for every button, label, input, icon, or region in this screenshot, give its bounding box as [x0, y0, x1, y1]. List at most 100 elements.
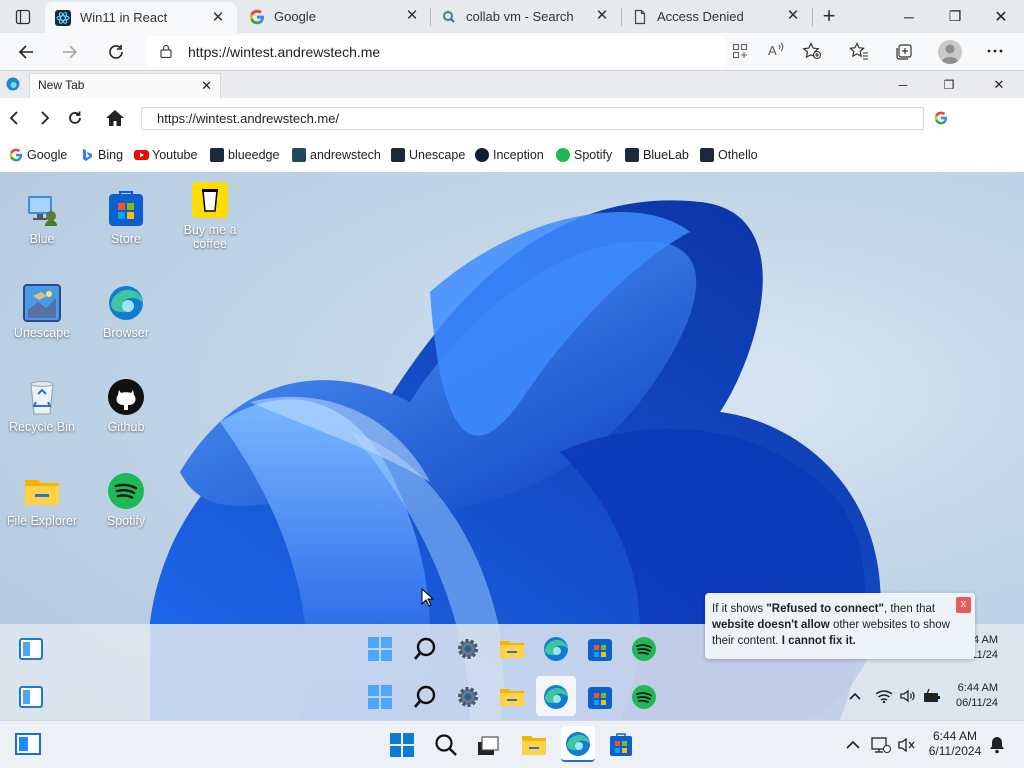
- inner-tab-close-button[interactable]: ✕: [201, 74, 212, 97]
- tab-collab-search[interactable]: collab vm - Search ✕: [431, 0, 621, 33]
- host-clock[interactable]: 6:44 AM 6/11/2024: [928, 729, 982, 759]
- desktop-icon-browser[interactable]: Browser: [84, 284, 168, 340]
- bookmark-andrewstech[interactable]: andrewstech: [292, 148, 381, 162]
- folder-icon[interactable]: [499, 684, 525, 710]
- desktop-icon-store[interactable]: Store: [84, 190, 168, 246]
- settings-gear-icon[interactable]: [455, 684, 481, 710]
- tab-close-button[interactable]: ✕: [209, 9, 227, 27]
- desktop-icon-github[interactable]: Github: [84, 378, 168, 434]
- desktop-icon-blue[interactable]: Blue: [0, 190, 84, 246]
- close-window-button[interactable]: ✕: [978, 0, 1024, 33]
- notice-bold-text: I cannot fix it.: [781, 635, 856, 647]
- tab-close-button[interactable]: ✕: [403, 7, 421, 25]
- tab-actions-icon[interactable]: [14, 8, 32, 26]
- add-favorite-star-icon[interactable]: [802, 42, 822, 60]
- inner-forward-icon[interactable]: [40, 111, 50, 125]
- widgets-icon[interactable]: [18, 684, 44, 710]
- google-icon[interactable]: [934, 111, 948, 125]
- read-aloud-icon[interactable]: A: [767, 42, 785, 58]
- collections-icon[interactable]: [894, 42, 914, 60]
- desktop-icon-spotify[interactable]: Spotify: [84, 472, 168, 528]
- search-icon[interactable]: [434, 733, 458, 757]
- inner-restore-button[interactable]: ❐: [926, 71, 972, 98]
- edge-browser-icon[interactable]: [543, 684, 569, 710]
- task-view-icon[interactable]: [477, 736, 499, 756]
- restore-button[interactable]: ❐: [932, 0, 978, 33]
- file-explorer-icon[interactable]: [521, 734, 547, 756]
- taskbar-clock-2[interactable]: 6:44 AM 06/11/24: [956, 681, 998, 711]
- bookmark-unescape[interactable]: Unescape: [391, 148, 465, 162]
- desktop-icon-file-explorer[interactable]: File Explorer: [0, 472, 84, 528]
- desktop-icon-recycle-bin[interactable]: Recycle Bin: [0, 378, 84, 434]
- search-icon[interactable]: [412, 636, 438, 662]
- network-icon[interactable]: [871, 736, 891, 754]
- spotify-icon[interactable]: [631, 684, 657, 710]
- start-windows-icon[interactable]: [367, 684, 393, 710]
- store-icon[interactable]: [587, 636, 613, 662]
- store-icon[interactable]: [609, 733, 633, 757]
- battery-icon[interactable]: [923, 688, 941, 704]
- search-icon[interactable]: [412, 684, 438, 710]
- bookmark-google[interactable]: Google: [9, 148, 67, 162]
- desktop-icon-unescape[interactable]: Unescape: [0, 284, 84, 340]
- inner-back-icon[interactable]: [9, 111, 19, 125]
- notification-bell-icon[interactable]: [988, 736, 1006, 754]
- refresh-icon[interactable]: [104, 41, 128, 63]
- widgets-icon[interactable]: [18, 636, 44, 662]
- inner-address-bar[interactable]: https://wintest.andrewstech.me/: [141, 107, 924, 130]
- inner-tab-new-tab[interactable]: New Tab ✕: [29, 73, 221, 98]
- tab-close-button[interactable]: ✕: [593, 7, 611, 25]
- tab-win11-react[interactable]: Win11 in React ✕: [45, 2, 237, 33]
- start-windows-icon[interactable]: [367, 636, 393, 662]
- minimize-button[interactable]: ─: [886, 0, 932, 33]
- settings-gear-icon[interactable]: [455, 636, 481, 662]
- notice-close-button[interactable]: x: [956, 597, 971, 613]
- profile-avatar[interactable]: [938, 40, 962, 64]
- desktop-icon-label: Unescape: [13, 326, 71, 340]
- chevron-up-icon[interactable]: [849, 691, 861, 701]
- tab-close-button[interactable]: ✕: [784, 7, 802, 25]
- react-favicon-icon: [55, 9, 71, 26]
- inception-icon: [475, 148, 489, 162]
- spotify-icon[interactable]: [631, 636, 657, 662]
- bookmark-blueedge[interactable]: blueedge: [210, 148, 279, 162]
- tab-access-denied[interactable]: Access Denied ✕: [622, 0, 812, 33]
- inner-close-button[interactable]: ✕: [976, 71, 1022, 98]
- youtube-icon: [134, 148, 149, 162]
- more-menu-icon[interactable]: [986, 42, 1004, 60]
- start-windows-icon[interactable]: [390, 733, 414, 757]
- wifi-icon[interactable]: [875, 689, 893, 703]
- tab-google[interactable]: Google ✕: [239, 0, 431, 33]
- lock-icon[interactable]: [160, 44, 172, 58]
- tab-separator: [812, 8, 813, 26]
- bookmark-bing[interactable]: Bing: [80, 148, 123, 162]
- back-arrow-icon[interactable]: [14, 41, 38, 63]
- clock-time: 6:44 AM: [932, 729, 978, 743]
- bookmark-label: BlueLab: [643, 148, 689, 162]
- desktop-icon-buy-me-a-coffee[interactable]: Buy me a coffee: [168, 181, 252, 251]
- volume-mute-icon[interactable]: [898, 737, 916, 753]
- bookmark-inception[interactable]: Inception: [475, 148, 544, 162]
- bookmark-youtube[interactable]: Youtube: [134, 148, 197, 162]
- chevron-up-icon[interactable]: [846, 740, 860, 750]
- folder-icon[interactable]: [499, 636, 525, 662]
- address-bar[interactable]: https://wintest.andrewstech.me: [146, 36, 726, 67]
- home-icon[interactable]: [105, 109, 125, 127]
- clock-date: 06/11/24: [956, 697, 999, 709]
- edge-browser-icon[interactable]: [565, 731, 591, 757]
- notice-text: , then that: [883, 603, 936, 615]
- react-icon: [625, 148, 639, 162]
- store-icon[interactable]: [587, 684, 613, 710]
- bookmark-othello[interactable]: Othello: [700, 148, 758, 162]
- new-tab-button[interactable]: +: [816, 4, 842, 30]
- volume-icon[interactable]: [900, 689, 916, 703]
- inner-minimize-button[interactable]: ─: [880, 71, 926, 98]
- forward-arrow-icon[interactable]: [58, 41, 82, 63]
- edge-browser-icon[interactable]: [543, 636, 569, 662]
- apps-icon[interactable]: [732, 43, 748, 59]
- bookmark-bluelab[interactable]: BlueLab: [625, 148, 689, 162]
- bookmark-spotify[interactable]: Spotify: [556, 148, 612, 162]
- favorites-icon[interactable]: [849, 42, 869, 60]
- widgets-icon[interactable]: [15, 733, 41, 755]
- inner-refresh-icon[interactable]: [67, 110, 83, 126]
